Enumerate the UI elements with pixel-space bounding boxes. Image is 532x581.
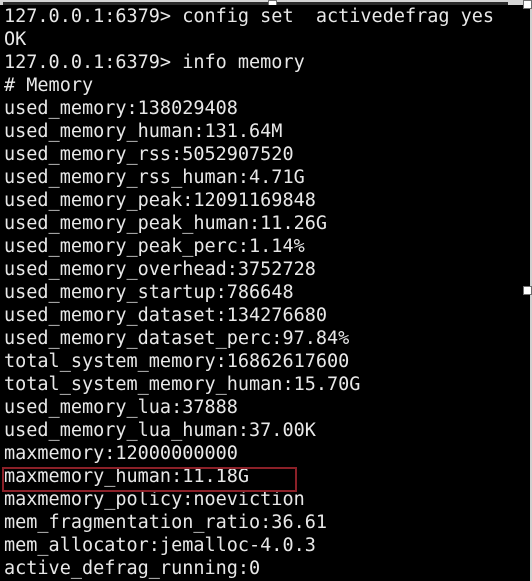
terminal-line-ok: OK (4, 29, 27, 50)
terminal-line-total-system-memory-human: total_system_memory_human:15.70G (4, 374, 361, 395)
terminal-line-maxmemory-human: maxmemory_human:11.18G (4, 466, 250, 487)
terminal-line-used-memory-rss-human: used_memory_rss_human:4.71G (4, 167, 305, 188)
terminal-line-command-config-set: 127.0.0.1:6379> config set activedefrag … (4, 6, 495, 27)
terminal-line-used-memory-rss: used_memory_rss:5052907520 (4, 144, 294, 165)
terminal-output-area[interactable]: 127.0.0.1:6379> config set activedefrag … (0, 5, 520, 581)
terminal-line-mem-allocator: mem_allocator:jemalloc-4.0.3 (4, 535, 316, 556)
terminal-line-used-memory-peak: used_memory_peak:12091169848 (4, 190, 316, 211)
terminal-line-used-memory-dataset: used_memory_dataset:134276680 (4, 305, 328, 326)
terminal-line-active-defrag-running: active_defrag_running:0 (4, 558, 261, 579)
terminal-line-used-memory-dataset-perc: used_memory_dataset_perc:97.84% (4, 328, 350, 349)
terminal-line-used-memory: used_memory:138029408 (4, 98, 238, 119)
terminal-line-maxmemory: maxmemory:12000000000 (4, 443, 238, 464)
terminal-window[interactable]: 127.0.0.1:6379> config set activedefrag … (0, 0, 532, 581)
terminal-line-used-memory-overhead: used_memory_overhead:3752728 (4, 259, 316, 280)
terminal-line-used-memory-peak-human: used_memory_peak_human:11.26G (4, 213, 328, 234)
terminal-line-used-memory-lua: used_memory_lua:37888 (4, 397, 238, 418)
resize-handle-top-right[interactable] (523, 0, 532, 9)
resize-handle-mid-right[interactable] (523, 286, 532, 295)
terminal-line-mem-fragmentation-ratio: mem_fragmentation_ratio:36.61 (4, 512, 328, 533)
terminal-line-total-system-memory: total_system_memory:16862617600 (4, 351, 350, 372)
terminal-line-command-info-memory: 127.0.0.1:6379> info memory (4, 52, 305, 73)
terminal-line-used-memory-lua-human: used_memory_lua_human:37.00K (4, 420, 316, 441)
terminal-line-section-memory: # Memory (4, 75, 94, 96)
terminal-line-used-memory-peak-perc: used_memory_peak_perc:1.14% (4, 236, 305, 257)
terminal-line-used-memory-startup: used_memory_startup:786648 (4, 282, 294, 303)
terminal-line-maxmemory-policy: maxmemory_policy:noeviction (4, 489, 305, 510)
terminal-line-used-memory-human: used_memory_human:131.64M (4, 121, 283, 142)
